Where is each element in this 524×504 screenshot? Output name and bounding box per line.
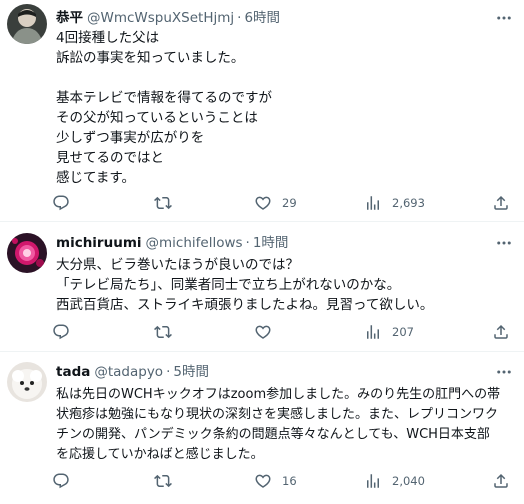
separator-dot: ·	[245, 235, 250, 251]
tweet-text-line: 大分県、ビラ巻いたほうが良いのでは？	[56, 257, 299, 273]
like-button[interactable]: 29	[254, 192, 297, 214]
display-name[interactable]: 恭平	[56, 8, 83, 28]
retweet-button[interactable]	[154, 192, 182, 214]
tweet-text-line: 見せてるのではと	[56, 150, 164, 166]
user-handle[interactable]: @WmcWspuXSetHjmj	[87, 8, 234, 28]
retweet-icon	[154, 196, 172, 210]
tweet-text-line: 基本テレビで情報を得てるのですが	[56, 90, 272, 106]
retweet-icon	[154, 474, 172, 488]
views-icon	[367, 474, 379, 488]
more-icon[interactable]	[494, 233, 514, 253]
heart-icon	[255, 196, 271, 210]
share-icon	[494, 324, 508, 339]
like-button[interactable]	[254, 321, 282, 343]
tweet-text-line: 西武百貨店、ストライキ頑張りましたよね。見習って欲しい。	[56, 297, 434, 313]
view-count: 2,040	[392, 474, 425, 488]
tweet-actions: 16 2,040	[52, 470, 518, 492]
tweet-text: 大分県、ビラ巻いたほうが良いのでは？ 「テレビ局たち」、同業者同士で立ち上がれな…	[56, 255, 510, 315]
avatar[interactable]	[7, 362, 47, 402]
views-button[interactable]: 207	[364, 321, 414, 343]
tweet-text-line: 状疱疹は勉強にもなり現状の深刻さを実感しました。また、レプリコンワク	[56, 407, 499, 422]
timestamp[interactable]: 6時間	[244, 8, 280, 28]
like-count: 16	[282, 474, 297, 488]
more-icon[interactable]	[494, 362, 514, 382]
share-icon	[494, 195, 508, 210]
tweet-header: 恭平 @WmcWspuXSetHjmj · 6時間	[56, 8, 280, 28]
share-button[interactable]	[492, 470, 510, 492]
tweet-actions: 29 2,693	[52, 192, 518, 214]
display-name[interactable]: michiruumi	[56, 233, 142, 253]
tweet-text-line	[56, 68, 510, 88]
share-button[interactable]	[492, 321, 510, 343]
more-icon[interactable]	[494, 8, 514, 28]
views-button[interactable]: 2,693	[364, 192, 425, 214]
views-icon	[367, 325, 379, 339]
share-icon	[494, 473, 508, 488]
tweet-actions: 207	[52, 321, 518, 343]
views-button[interactable]: 2,040	[364, 470, 425, 492]
like-count: 29	[282, 196, 297, 210]
separator-dot: ·	[166, 364, 171, 380]
tweet-text-line: 私は先日のWCHキックオフはzoom参加しました。みのり先生の肛門への帯	[56, 387, 501, 402]
views-icon	[367, 196, 379, 210]
tweet-text: 4回接種した父は 訴訟の事実を知っていました。 基本テレビで情報を得てるのですが…	[56, 28, 510, 188]
timeline-feed: 恭平 @WmcWspuXSetHjmj · 6時間 4回接種した父は 訴訟の事実…	[0, 0, 524, 504]
tweet-text-line: を応援していかねばと感じました。	[56, 447, 264, 462]
tweet-text-line: 「テレビ局たち」、同業者同士で立ち上がれないのかな。	[56, 277, 401, 293]
reply-icon	[53, 473, 69, 489]
display-name[interactable]: tada	[56, 362, 90, 382]
user-handle[interactable]: @michifellows	[146, 233, 243, 253]
retweet-icon	[154, 325, 172, 339]
reply-button[interactable]	[52, 192, 80, 214]
tweet[interactable]: michiruumi @michifellows · 1時間 大分県、ビラ巻いた…	[0, 222, 524, 352]
heart-icon	[255, 474, 271, 488]
timestamp[interactable]: 1時間	[253, 233, 289, 253]
retweet-button[interactable]	[154, 321, 182, 343]
avatar[interactable]	[7, 233, 47, 273]
view-count: 2,693	[392, 196, 425, 210]
tweet-text-line: 少しずつ事実が広がりを	[56, 130, 205, 146]
view-count: 207	[392, 325, 414, 339]
user-handle[interactable]: @tadapyo	[94, 362, 163, 382]
tweet-text-line: チンの開発、パンデミック条約の問題点等々なんとしても、WCH日本支部	[56, 427, 490, 442]
retweet-button[interactable]	[154, 470, 182, 492]
tweet[interactable]: 恭平 @WmcWspuXSetHjmj · 6時間 4回接種した父は 訴訟の事実…	[0, 0, 524, 222]
reply-icon	[53, 324, 69, 340]
tweet-header: tada @tadapyo · 5時間	[56, 362, 209, 382]
avatar[interactable]	[7, 4, 47, 44]
tweet-text-line: 訴訟の事実を知っていました。	[56, 50, 245, 66]
like-button[interactable]: 16	[254, 470, 297, 492]
reply-button[interactable]	[52, 470, 80, 492]
reply-button[interactable]	[52, 321, 80, 343]
timestamp[interactable]: 5時間	[173, 362, 209, 382]
separator-dot: ·	[237, 10, 242, 26]
tweet-text: 私は先日のWCHキックオフはzoom参加しました。みのり先生の肛門への帯 状疱疹…	[56, 385, 510, 465]
share-button[interactable]	[492, 192, 510, 214]
reply-icon	[53, 195, 69, 211]
tweet-header: michiruumi @michifellows · 1時間	[56, 233, 288, 253]
tweet-text-line: 4回接種した父は	[56, 30, 160, 46]
heart-icon	[255, 325, 271, 339]
tweet-text-line: その父が知っているということは	[56, 110, 258, 126]
tweet-text-line: 感じてます。	[56, 170, 135, 186]
tweet[interactable]: tada @tadapyo · 5時間 私は先日のWCHキックオフはzoom参加…	[0, 352, 524, 504]
